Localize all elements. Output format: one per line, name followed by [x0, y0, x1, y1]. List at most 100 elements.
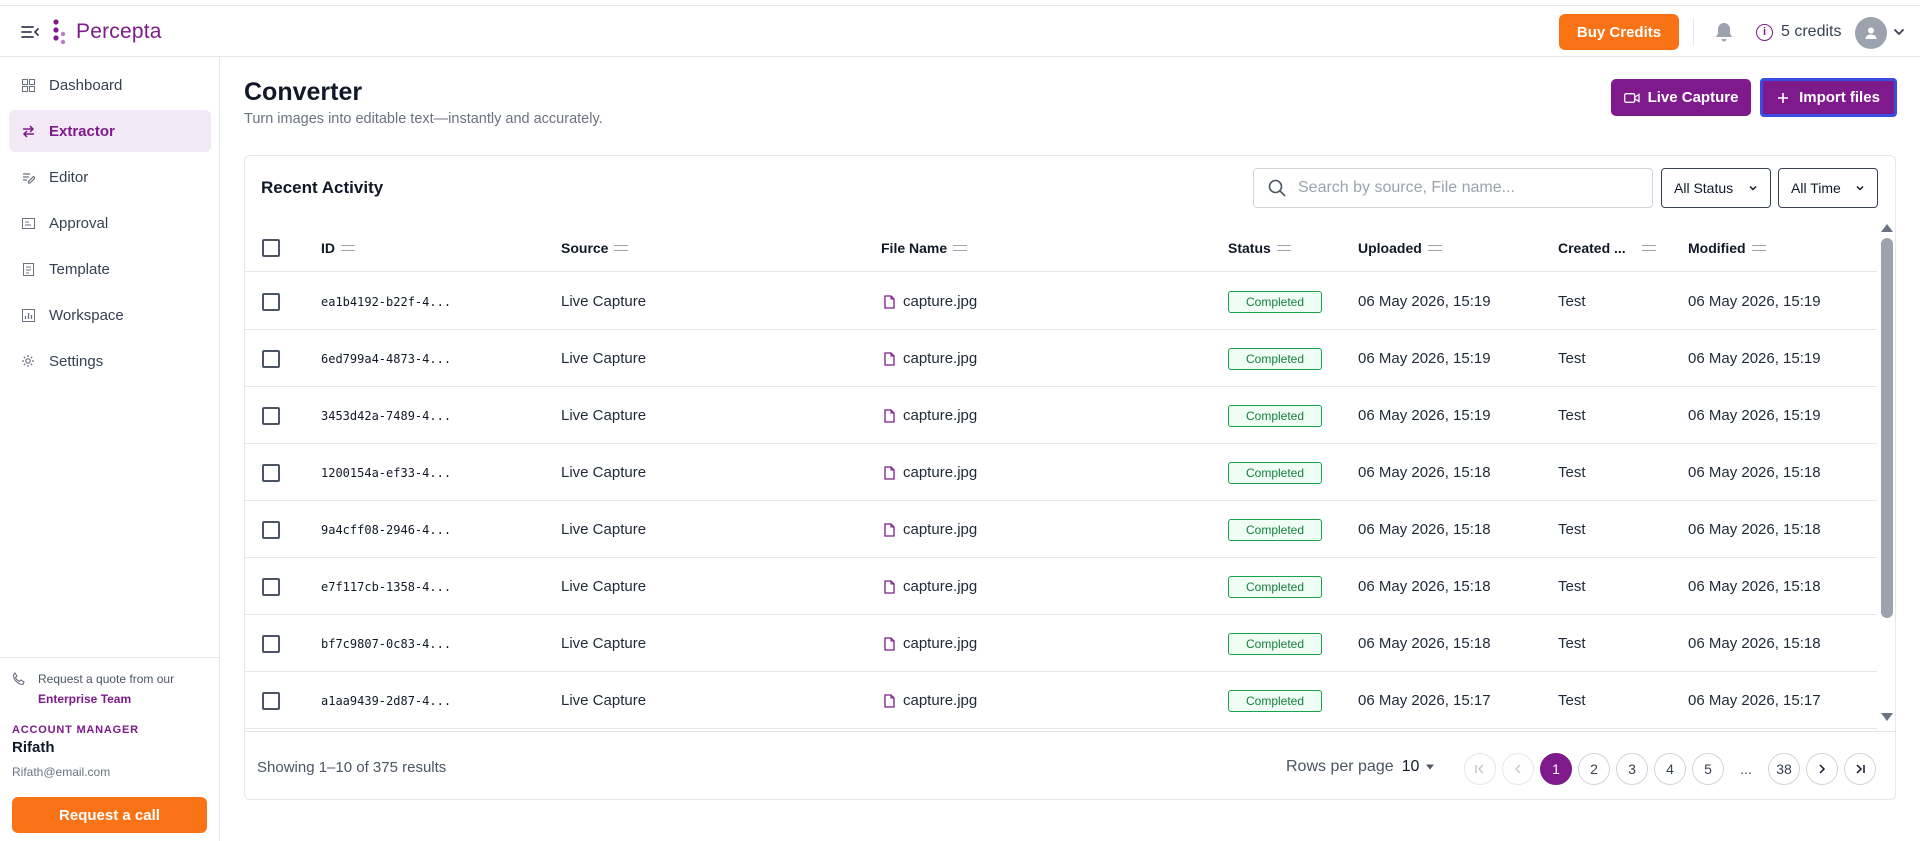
drag-handle-icon[interactable] — [953, 245, 968, 251]
time-filter-dropdown[interactable]: All Time — [1778, 168, 1878, 208]
buy-credits-button[interactable]: Buy Credits — [1559, 14, 1679, 50]
page-ellipsis: ... — [1730, 753, 1762, 785]
chevron-down-icon[interactable] — [1892, 25, 1906, 39]
cell-modified: 06 May 2026, 15:19 — [1688, 350, 1821, 367]
scroll-down-arrow[interactable] — [1881, 713, 1893, 721]
scroll-thumb[interactable] — [1881, 238, 1893, 618]
table-row[interactable]: 1200154a-ef33-4... Live Capture capture.jp… — [245, 444, 1877, 501]
row-checkbox[interactable] — [262, 634, 280, 653]
row-checkbox[interactable] — [262, 292, 280, 311]
search-input[interactable] — [1298, 179, 1638, 197]
search-box[interactable] — [1253, 168, 1653, 208]
scroll-up-arrow[interactable] — [1881, 224, 1893, 232]
prev-page-button[interactable] — [1502, 753, 1534, 785]
vertical-scrollbar[interactable] — [1877, 224, 1895, 724]
cell-file-name[interactable]: capture.jpg — [884, 273, 977, 330]
row-checkbox[interactable] — [262, 349, 280, 368]
file-icon — [884, 522, 895, 537]
request-call-button[interactable]: Request a call — [12, 797, 207, 833]
sidebar-item-template[interactable]: Template — [9, 248, 211, 290]
table-row[interactable]: 9a4cff08-2946-4... Live Capture capture.jp… — [245, 501, 1877, 558]
page-button[interactable]: 5 — [1692, 753, 1724, 785]
first-page-button[interactable] — [1464, 753, 1496, 785]
page-button[interactable]: 4 — [1654, 753, 1686, 785]
drag-handle-icon[interactable] — [1276, 245, 1291, 251]
table-row[interactable]: e7f117cb-1358-4... Live Capture capture.jp… — [245, 558, 1877, 615]
column-header-id[interactable]: ID — [321, 224, 355, 272]
cell-file-name[interactable]: capture.jpg — [884, 444, 977, 501]
drag-handle-icon[interactable] — [1641, 245, 1656, 251]
table-row[interactable]: 6ed799a4-4873-4... Live Capture capture.jp… — [245, 330, 1877, 387]
cell-source: Live Capture — [561, 464, 647, 481]
row-select-cell — [262, 273, 280, 330]
menu-collapse-icon[interactable] — [20, 22, 40, 42]
card-title: Recent Activity — [261, 178, 384, 197]
column-header-file-name[interactable]: File Name — [881, 224, 968, 272]
table-row[interactable]: ea1b4192-b22f-4... Live Capture capture.jp… — [245, 273, 1877, 330]
drag-handle-icon[interactable] — [341, 245, 355, 251]
table-row[interactable]: bf7c9807-0c83-4... Live Capture capture.jp… — [245, 615, 1877, 672]
import-files-button[interactable]: Import files — [1761, 79, 1896, 116]
drag-handle-icon[interactable] — [1427, 245, 1442, 251]
sidebar-item-workspace[interactable]: Workspace — [9, 294, 211, 336]
cell-file-name[interactable]: capture.jpg — [884, 501, 977, 558]
sidebar-item-extractor[interactable]: Extractor — [9, 110, 211, 152]
file-icon — [884, 693, 895, 708]
cell-id: 9a4cff08-2946-4... — [321, 522, 452, 537]
table-row[interactable]: 3453d42a-7489-4... Live Capture capture.jp… — [245, 387, 1877, 444]
row-checkbox[interactable] — [262, 463, 280, 482]
last-page-button[interactable] — [1844, 753, 1876, 785]
brand-name: Percepta — [76, 20, 162, 43]
notification-bell-icon[interactable] — [1712, 20, 1736, 44]
page-button[interactable]: 1 — [1540, 753, 1572, 785]
cell-file-name[interactable]: capture.jpg — [884, 387, 977, 444]
row-select-cell — [262, 615, 280, 672]
row-checkbox[interactable] — [262, 406, 280, 425]
status-filter-dropdown[interactable]: All Status — [1661, 168, 1771, 208]
edit-icon — [21, 170, 35, 184]
column-header-modified[interactable]: Modified — [1688, 224, 1766, 272]
sidebar-item-dashboard[interactable]: Dashboard — [9, 64, 211, 106]
sidebar-item-editor[interactable]: Editor — [9, 156, 211, 198]
row-checkbox[interactable] — [262, 691, 280, 710]
cell-modified: 06 May 2026, 15:18 — [1688, 635, 1821, 652]
row-checkbox[interactable] — [262, 577, 280, 596]
file-name-text: capture.jpg — [903, 521, 978, 538]
page-button[interactable]: 38 — [1768, 753, 1800, 785]
top-bar: Percepta Buy Credits i 5 credits — [0, 5, 1920, 57]
column-header-created-by[interactable]: Created ... — [1558, 224, 1656, 272]
cell-status: Completed — [1228, 444, 1322, 501]
grid-icon — [21, 78, 35, 92]
page-button[interactable]: 2 — [1578, 753, 1610, 785]
credits-display[interactable]: i 5 credits — [1756, 20, 1841, 44]
enterprise-quote: Request a quote from our Enterprise Team — [12, 669, 212, 709]
rows-per-page-select[interactable]: 10 — [1402, 758, 1436, 776]
enterprise-team-link[interactable]: Enterprise Team — [38, 692, 131, 706]
cell-file-name[interactable]: capture.jpg — [884, 330, 977, 387]
cell-file-name[interactable]: capture.jpg — [884, 558, 977, 615]
column-header-uploaded[interactable]: Uploaded — [1358, 224, 1442, 272]
table-footer: Showing 1–10 of 375 results Rows per pag… — [245, 731, 1895, 799]
cell-modified: 06 May 2026, 15:19 — [1688, 293, 1821, 310]
cell-status: Completed — [1228, 273, 1322, 330]
sidebar-item-approval[interactable]: Approval — [9, 202, 211, 244]
column-header-status[interactable]: Status — [1228, 224, 1291, 272]
page-button[interactable]: 3 — [1616, 753, 1648, 785]
next-page-button[interactable] — [1806, 753, 1838, 785]
time-filter-value: All Time — [1791, 180, 1841, 196]
select-all-checkbox[interactable] — [262, 239, 280, 257]
column-header-source[interactable]: Source — [561, 224, 629, 272]
cell-file-name[interactable]: capture.jpg — [884, 615, 977, 672]
brand-logo[interactable]: Percepta — [52, 18, 162, 46]
row-checkbox[interactable] — [262, 520, 280, 539]
chart-icon — [21, 308, 35, 322]
sidebar-item-settings[interactable]: Settings — [9, 340, 211, 382]
drag-handle-icon[interactable] — [614, 245, 629, 251]
cell-file-name[interactable]: capture.jpg — [884, 672, 977, 729]
user-avatar[interactable] — [1855, 17, 1887, 49]
table-row[interactable]: a1aa9439-2d87-4... Live Capture capture.jp… — [245, 672, 1877, 729]
cell-created-by: Test — [1558, 578, 1586, 595]
drag-handle-icon[interactable] — [1751, 245, 1766, 251]
results-summary: Showing 1–10 of 375 results — [257, 758, 447, 776]
live-capture-button[interactable]: Live Capture — [1611, 79, 1751, 116]
